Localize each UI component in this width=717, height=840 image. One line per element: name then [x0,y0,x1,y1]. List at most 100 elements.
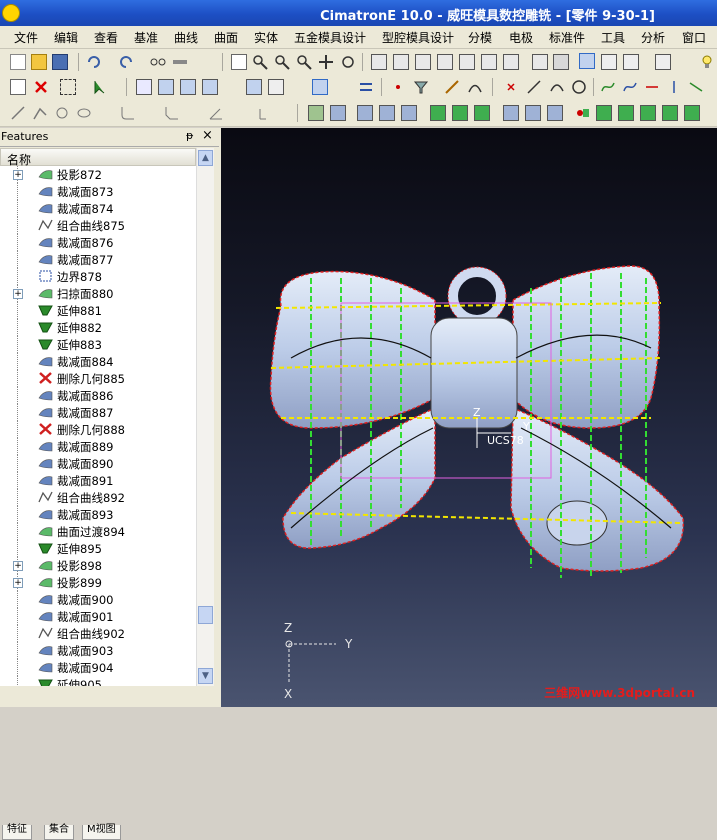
solid-shell-icon[interactable] [662,105,678,121]
fill-surface-icon[interactable] [474,105,490,121]
menu-window[interactable]: 窗口 [682,29,706,46]
pan-icon[interactable] [318,54,334,70]
solid-extrude-icon[interactable] [596,105,612,121]
pin-icon[interactable]: ᵽ [186,129,193,142]
view-left-icon[interactable] [532,54,548,70]
tree-item[interactable]: + 投影899 [0,574,196,591]
lightbulb-icon[interactable] [699,54,715,70]
fillet-icon[interactable] [120,105,136,121]
filter-body-icon[interactable] [202,79,218,95]
curve-icon[interactable] [467,79,483,95]
tree-item[interactable]: 裁减面893 [0,506,196,523]
tree-item[interactable]: 延伸895 [0,540,196,557]
tree-item[interactable]: 组合曲线875 [0,217,196,234]
tree-item[interactable]: 裁减面889 [0,438,196,455]
tree-item[interactable]: 删除几何888 [0,421,196,438]
zoom-icon[interactable] [252,54,268,70]
view-right-icon[interactable] [437,54,453,70]
filter-icon[interactable] [136,79,152,95]
tree-item[interactable]: 裁减面874 [0,200,196,217]
revolve-surface-icon[interactable] [379,105,395,121]
menu-mold-design[interactable]: 型腔模具设计 [382,29,454,46]
tab-features[interactable]: 特征 [2,825,32,840]
tree-item[interactable]: 延伸881 [0,302,196,319]
glasses-icon[interactable] [150,54,166,70]
solid-draft-icon[interactable] [684,105,700,121]
delete-icon[interactable] [33,79,49,95]
undo-icon[interactable] [86,54,102,70]
line-icon[interactable] [526,79,542,95]
view-front-icon[interactable] [415,54,431,70]
save-icon[interactable] [52,54,68,70]
tree-item[interactable]: 删除几何885 [0,370,196,387]
sketch-icon[interactable] [444,79,460,95]
zoom-select-icon[interactable] [274,54,290,70]
rotate-icon[interactable] [340,54,356,70]
tree-item[interactable]: 边界878 [0,268,196,285]
tree-item[interactable]: + 投影898 [0,557,196,574]
tree-item[interactable]: 裁减面887 [0,404,196,421]
project-curve-icon[interactable] [688,79,704,95]
chamfer-icon[interactable] [164,105,180,121]
column-header-name[interactable]: 名称 [0,148,196,167]
view-iso-icon[interactable] [459,54,475,70]
new-surface-icon[interactable] [308,105,324,121]
hidden-line-icon[interactable] [623,54,639,70]
scroll-up-icon[interactable]: ▲ [198,150,213,166]
expand-icon[interactable]: + [13,561,23,571]
tree-item[interactable]: 裁减面904 [0,659,196,676]
offset-curve-icon[interactable] [622,79,638,95]
ellipse-icon[interactable] [76,105,92,121]
tree-item[interactable]: 延伸882 [0,319,196,336]
trim-curve-icon[interactable] [644,79,660,95]
tree-item[interactable]: 裁减面901 [0,608,196,625]
tree-item[interactable]: 裁减面900 [0,591,196,608]
blend-surface-icon[interactable] [330,105,346,121]
solid-sweep-icon[interactable] [640,105,656,121]
shaded-icon[interactable] [579,53,595,69]
tab-mviews[interactable]: M视图 [82,825,121,840]
tree-item[interactable]: 裁减面873 [0,183,196,200]
open-file-icon[interactable] [31,54,47,70]
tree-item[interactable]: + 投影872 [0,166,196,183]
expand-icon[interactable]: + [13,578,23,588]
select-icon[interactable] [10,79,26,95]
link-icon[interactable] [172,54,188,70]
target-icon[interactable] [54,105,70,121]
tree-item[interactable]: 裁减面884 [0,353,196,370]
tree-item[interactable]: 曲面过渡894 [0,523,196,540]
view-back-icon[interactable] [481,54,497,70]
expand-icon[interactable]: + [13,170,23,180]
boundary-surface-icon[interactable] [452,105,468,121]
menu-tools[interactable]: 工具 [601,29,625,46]
scroll-thumb[interactable] [198,606,213,624]
select-box-icon[interactable] [60,79,76,95]
tree-item[interactable]: 组合曲线902 [0,625,196,642]
menu-edit[interactable]: 编辑 [54,29,78,46]
xyz-icon[interactable] [252,105,268,121]
tree-item[interactable]: 裁减面877 [0,251,196,268]
offset-surface-icon[interactable] [503,105,519,121]
render-icon[interactable] [553,54,569,70]
menu-file[interactable]: 文件 [14,29,38,46]
line-tool-icon[interactable] [10,105,26,121]
tree-item[interactable]: 裁减面890 [0,455,196,472]
spline-icon[interactable] [600,79,616,95]
filter-active-icon[interactable] [312,79,328,95]
tree-scrollbar[interactable]: ▲ ▼ [196,148,214,686]
fillet-surface-icon[interactable] [574,105,590,121]
display-mode-icon[interactable] [655,54,671,70]
point-tool-icon[interactable] [390,79,406,95]
tree-item[interactable]: + 扫掠面880 [0,285,196,302]
extrude-surface-icon[interactable] [357,105,373,121]
menu-view[interactable]: 查看 [94,29,118,46]
close-icon[interactable]: × [202,128,213,143]
filter-face-icon[interactable] [180,79,196,95]
filter-point-icon[interactable] [268,79,284,95]
tree-item[interactable]: 裁减面876 [0,234,196,251]
scroll-down-icon[interactable]: ▼ [198,668,213,684]
wireframe-icon[interactable] [601,54,617,70]
menu-parting[interactable]: 分模 [468,29,492,46]
angle-icon[interactable] [208,105,224,121]
funnel-icon[interactable] [413,79,429,95]
